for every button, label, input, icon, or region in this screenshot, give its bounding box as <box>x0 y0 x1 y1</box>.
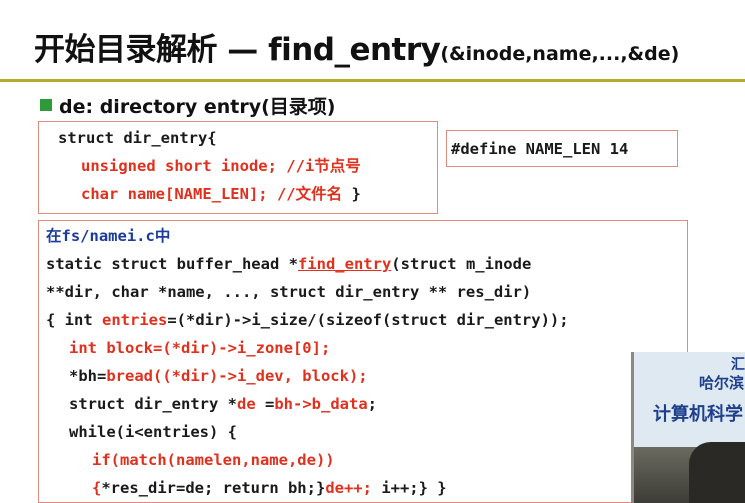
subheading: de: directory entry(目录项) <box>59 96 336 118</box>
title-bar: 开始目录解析 — find_entry(&inode,name,...,&de) <box>0 0 745 82</box>
code-line-2: **dir, char *name, ..., struct dir_entry… <box>46 283 532 301</box>
code-listing-box: 在fs/namei.c中 static struct buffer_head *… <box>38 220 688 503</box>
struct-line-3-close: } <box>342 185 361 203</box>
define-line: #define NAME_LEN 14 <box>451 140 629 158</box>
code-line-1-b: (struct m_inode <box>391 255 532 273</box>
code-line-3-a: { int <box>46 311 102 329</box>
function-name: find_entry <box>297 255 392 273</box>
file-label: 在fs/namei.c中 <box>46 227 171 245</box>
struct-line-1: struct dir_entry{ <box>58 129 217 147</box>
code-line-5-call: bread((*dir)->i_dev, block); <box>106 367 368 385</box>
code-line-8: if(match(namelen,name,de)) <box>92 451 335 469</box>
code-line-9-incr: de++; <box>325 479 372 497</box>
code-line-6: struct dir_entry *de =bh->b_data; <box>69 390 377 418</box>
code-line-3-var: entries <box>102 311 168 329</box>
title-divider <box>0 79 745 82</box>
webcam-overlay: 汇 哈尔滨 计算机科学 <box>631 352 745 503</box>
code-line-5-a: *bh= <box>69 367 107 385</box>
code-line-9-a: *res_dir=de; return bh;} <box>101 479 326 497</box>
code-line-3: { int entries=(*dir)->i_size/(sizeof(str… <box>46 306 569 334</box>
code-line-6-var: de <box>236 395 256 413</box>
webcam-sign-line-2: 计算机科学 <box>653 404 743 425</box>
struct-line-3: char name[NAME_LEN]; //文件名 } <box>81 180 361 208</box>
struct-line-2: unsigned short inode; //i节点号 <box>81 157 361 175</box>
code-line-1: static struct buffer_head *find_entry(st… <box>46 250 531 278</box>
code-line-4: int block=(*dir)->i_zone[0]; <box>69 339 331 357</box>
code-line-6-value: bh->b_data <box>274 395 368 413</box>
code-line-9-brace: { <box>92 479 102 497</box>
webcam-sign-fragment: 汇 <box>731 357 745 373</box>
bullet-square-icon <box>40 99 52 111</box>
define-box: #define NAME_LEN 14 <box>446 130 678 167</box>
slide-title: 开始目录解析 — find_entry(&inode,name,...,&de) <box>34 24 679 69</box>
code-line-7: while(i<entries) { <box>69 423 237 441</box>
code-line-5: *bh=bread((*dir)->i_dev, block); <box>69 362 368 390</box>
struct-definition-box: struct dir_entry{ unsigned short inode; … <box>38 121 438 214</box>
slide-title-suffix: (&inode,name,...,&de) <box>440 43 680 65</box>
webcam-sign-line-1: 哈尔滨 <box>699 374 745 392</box>
code-line-3-b: =(*dir)->i_size/(sizeof(struct dir_entry… <box>167 311 569 329</box>
code-line-6-a: struct dir_entry * <box>69 395 237 413</box>
webcam-person-silhouette <box>689 442 745 503</box>
struct-line-3-field: char name[NAME_LEN]; //文件名 <box>81 185 343 203</box>
code-line-6-c: ; <box>367 395 377 413</box>
slide-title-main: 开始目录解析 — find_entry <box>34 32 441 68</box>
code-line-9-b: i++;} } <box>371 479 447 497</box>
code-line-1-a: static struct buffer_head * <box>46 255 298 273</box>
code-line-9: {*res_dir=de; return bh;}de++; i++;} } <box>92 474 447 502</box>
webcam-frame-edge <box>631 352 634 503</box>
code-line-6-b: = <box>255 395 275 413</box>
